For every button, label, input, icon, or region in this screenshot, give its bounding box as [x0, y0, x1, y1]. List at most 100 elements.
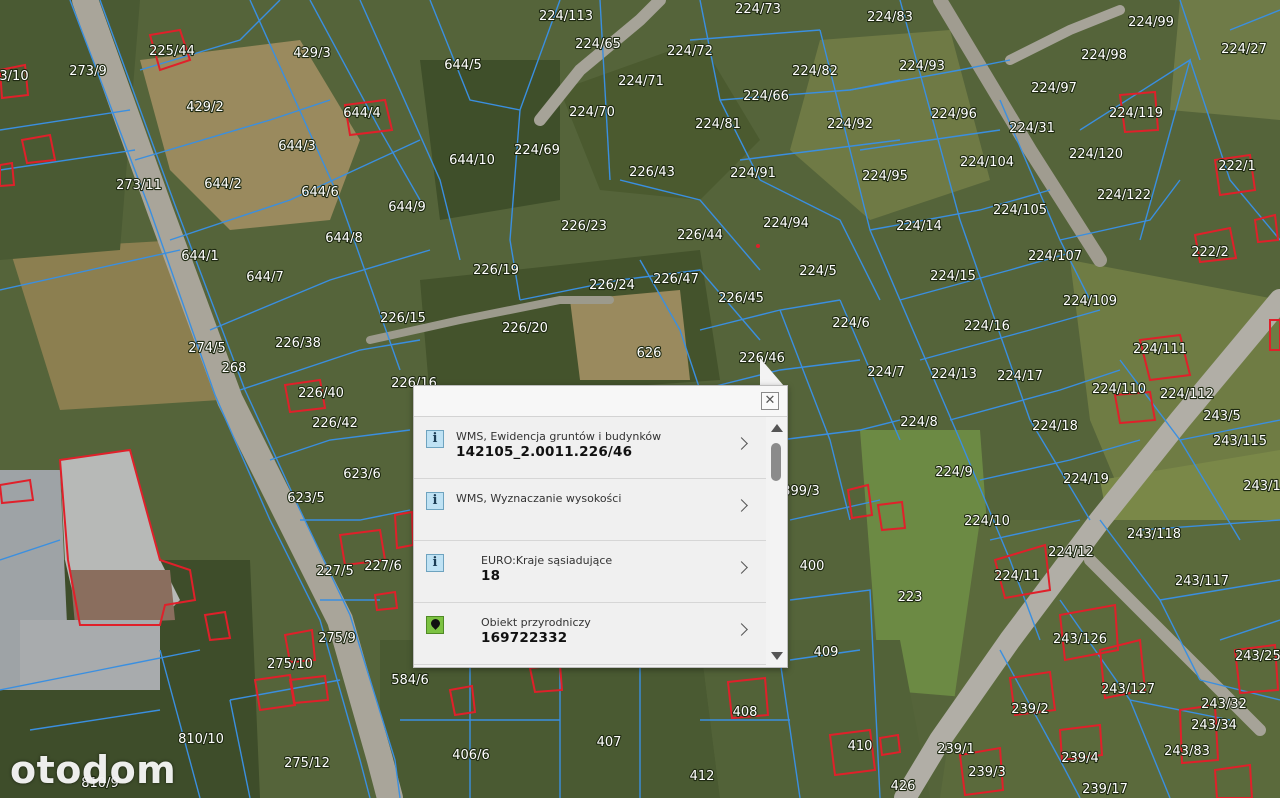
parcel-label: 239/4: [1061, 751, 1098, 766]
parcel-label: 224/12: [1048, 545, 1094, 560]
parcel-label: 644/4: [343, 106, 380, 121]
parcel-label: 224/110: [1092, 382, 1146, 397]
parcel-label: 224/94: [763, 216, 809, 231]
list-item[interactable]: i EURO:Kraje sąsiadujące 18: [414, 541, 766, 603]
parcel-label: 429/2: [186, 100, 223, 115]
parcel-label: 224/18: [1032, 419, 1078, 434]
parcel-label: 224/7: [867, 365, 904, 380]
parcel-label: 644/1: [181, 249, 218, 264]
scroll-up-arrow-icon[interactable]: [771, 424, 783, 432]
info-icon: i: [426, 492, 444, 510]
parcel-label: 243/252: [1235, 649, 1280, 664]
parcel-label: 226/40: [298, 386, 344, 401]
list-item[interactable]: Obiekt przyrodniczy 169722332: [414, 603, 766, 665]
parcel-label: 224/70: [569, 105, 615, 120]
parcel-label: 224/111: [1133, 342, 1187, 357]
parcel-label: 243/1: [1243, 479, 1280, 494]
parcel-label: 400: [800, 559, 825, 574]
parcel-label: 226/45: [718, 291, 764, 306]
parcel-label: 224/96: [931, 107, 977, 122]
scroll-thumb[interactable]: [771, 443, 781, 481]
parcel-label: 224/15: [930, 269, 976, 284]
parcel-label: 644/10: [449, 153, 495, 168]
parcel-label: 224/122: [1097, 188, 1151, 203]
parcel-label: 224/71: [618, 74, 664, 89]
parcel-label: 225/44: [149, 44, 195, 59]
layer-title: Obiekt przyrodniczy: [481, 616, 591, 629]
parcel-label: 239/2: [1011, 702, 1048, 717]
scroll-down-arrow-icon[interactable]: [771, 652, 783, 660]
popup-tail: [760, 358, 784, 386]
parcel-label: 224/5: [799, 264, 836, 279]
parcel-label: 224/14: [896, 219, 942, 234]
location-marker: [756, 244, 760, 248]
parcel-label: 243/32: [1201, 697, 1247, 712]
layer-title: WMS, Wyznaczanie wysokości: [456, 492, 622, 505]
parcel-label: 224/91: [730, 166, 776, 181]
parcel-label: 429/3: [293, 46, 330, 61]
parcel-label: 275/12: [284, 756, 330, 771]
parcel-label: 243/83: [1164, 744, 1210, 759]
parcel-label: 243/127: [1101, 682, 1155, 697]
feature-value: 169722332: [481, 630, 568, 646]
parcel-label: 407: [597, 735, 622, 750]
parcel-label: 224/105: [993, 203, 1047, 218]
feature-value: 18: [481, 568, 501, 584]
pin-icon: [426, 616, 444, 634]
parcel-label: 226/23: [561, 219, 607, 234]
chevron-right-icon[interactable]: [735, 437, 748, 450]
parcel-label: 224/112: [1160, 387, 1214, 402]
parcel-label: 224/104: [960, 155, 1014, 170]
parcel-label: 224/73: [735, 2, 781, 17]
parcel-label: 273/9: [69, 64, 106, 79]
parcel-label: 224/8: [900, 415, 937, 430]
popup-header: ✕: [414, 386, 787, 417]
parcel-label: 222/1: [1218, 159, 1255, 174]
parcel-label: 226/15: [380, 311, 426, 326]
list-item[interactable]: i WMS, Ewidencja gruntów i budynków 1421…: [414, 417, 766, 479]
info-icon: i: [426, 430, 444, 448]
chevron-right-icon[interactable]: [735, 499, 748, 512]
parcel-label: 224/27: [1221, 42, 1267, 57]
parcel-label: 224/98: [1081, 48, 1127, 63]
parcel-label: 224/6: [832, 316, 869, 331]
parcel-label: 426: [891, 779, 916, 794]
parcel-label: 224/11: [994, 569, 1040, 584]
parcel-label: 224/69: [514, 143, 560, 158]
parcel-label: 623/5: [287, 491, 324, 506]
popup-scrollbar[interactable]: [766, 417, 787, 667]
close-button[interactable]: ✕: [761, 392, 779, 410]
parcel-label: 224/19: [1063, 472, 1109, 487]
parcel-label: 224/17: [997, 369, 1043, 384]
parcel-label: 224/93: [899, 59, 945, 74]
parcel-label: 410: [848, 739, 873, 754]
parcel-label: 227/5: [316, 564, 353, 579]
parcel-label: 273/11: [116, 178, 162, 193]
parcel-label: 226/20: [502, 321, 548, 336]
parcel-label: 226/44: [677, 228, 723, 243]
parcel-label: 275/9: [318, 631, 355, 646]
parcel-label: 226/19: [473, 263, 519, 278]
parcel-label: 227/6: [364, 559, 401, 574]
parcel-label: 224/65: [575, 37, 621, 52]
feature-value: 142105_2.0011.226/46: [456, 444, 633, 460]
chevron-right-icon[interactable]: [735, 623, 748, 636]
parcel-label: 224/13: [931, 367, 977, 382]
layer-title: WMS, Ewidencja gruntów i budynków: [456, 430, 662, 443]
parcel-label: 224/82: [792, 64, 838, 79]
parcel-label: 409: [814, 645, 839, 660]
parcel-label: 226/24: [589, 278, 635, 293]
parcel-label: 226/38: [275, 336, 321, 351]
list-item[interactable]: i WMS, Wyznaczanie wysokości: [414, 479, 766, 541]
parcel-label: 224/120: [1069, 147, 1123, 162]
parcel-label: 224/119: [1109, 106, 1163, 121]
parcel-label: 412: [690, 769, 715, 784]
parcel-label: 224/113: [539, 9, 593, 24]
parcel-label: 243/34: [1191, 718, 1237, 733]
parcel-label: 224/16: [964, 319, 1010, 334]
parcel-label: 224/95: [862, 169, 908, 184]
parcel-label: 406/6: [452, 748, 489, 763]
chevron-right-icon[interactable]: [735, 561, 748, 574]
parcel-label: 224/9: [935, 465, 972, 480]
parcel-label: 224/109: [1063, 294, 1117, 309]
